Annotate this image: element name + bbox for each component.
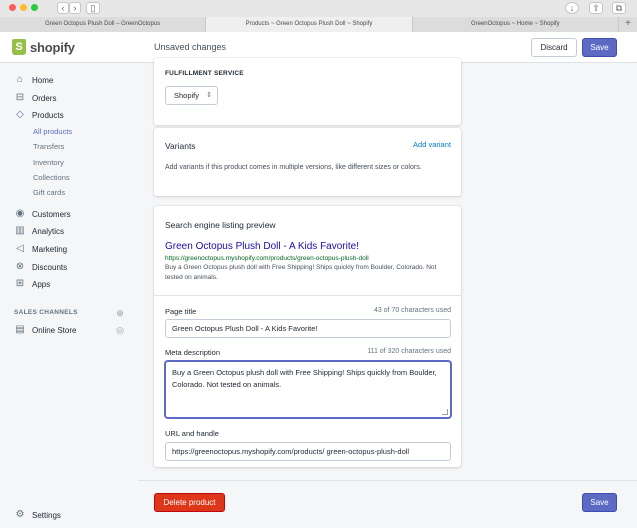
browser-chrome: ‹ › ▯ ↓ ⇧ ⧉ Green Octopus Plush Doll – G… [0, 0, 637, 32]
sidebar-item-home[interactable]: ⌂ Home [14, 74, 53, 86]
bar-chart-icon: ▥ [15, 225, 25, 236]
window-controls [9, 4, 38, 11]
tag-icon: ◇ [16, 109, 24, 120]
add-variant-link[interactable]: Add variant [413, 140, 451, 149]
sidebar-toggle-icon[interactable]: ▯ [86, 2, 100, 14]
sidebar-item-discounts[interactable]: ⊗ Discounts [14, 261, 67, 273]
discount-icon: ⊗ [15, 261, 25, 272]
shopping-bag-icon: S [12, 39, 26, 55]
url-handle-label: URL and handle [165, 429, 219, 438]
meta-description-label: Meta description [165, 348, 221, 357]
delete-product-button[interactable]: Delete product [154, 493, 225, 512]
download-icon[interactable]: ↓ [565, 2, 579, 14]
sidebar-item-transfers[interactable]: Transfers [33, 142, 64, 151]
home-icon: ⌂ [16, 74, 24, 85]
page-title-label: Page title [165, 307, 197, 316]
add-channel-icon[interactable]: ⊕ [115, 308, 125, 318]
select-caret-icon: ⇕ [206, 92, 212, 99]
share-icon[interactable]: ⇧ [589, 2, 603, 14]
variants-title: Variants [165, 141, 196, 151]
seo-card: Search engine listing preview Green Octo… [154, 206, 461, 467]
store-icon: ▤ [15, 324, 25, 335]
sidebar-item-all-products[interactable]: All products [33, 127, 72, 136]
unsaved-changes-label: Unsaved changes [154, 42, 227, 52]
sidebar-item-gift-cards[interactable]: Gift cards [33, 188, 65, 197]
sidebar-item-marketing[interactable]: ◁ Marketing [14, 243, 67, 255]
seo-divider [154, 295, 461, 296]
megaphone-icon: ◁ [16, 243, 24, 254]
minimize-window-button[interactable] [20, 4, 27, 11]
sidebar-item-collections[interactable]: Collections [33, 173, 70, 182]
meta-description-count: 111 of 320 characters used [367, 348, 451, 355]
shopify-logo[interactable]: S shopify [12, 39, 75, 55]
fulfillment-heading: FULFILLMENT SERVICE [165, 70, 244, 77]
sidebar-item-inventory[interactable]: Inventory [33, 158, 64, 167]
discard-button[interactable]: Discard [531, 38, 577, 57]
apps-icon: ⊞ [15, 278, 25, 289]
browser-tab-active[interactable]: Products ~ Green Octopus Plush Doll ~ Sh… [206, 17, 413, 32]
url-handle-input[interactable]: https://greenoctopus.myshopify.com/produ… [165, 442, 451, 461]
sidebar-item-customers[interactable]: ◉ Customers [14, 208, 71, 220]
variants-card: Variants Add variant Add variants if thi… [154, 128, 461, 196]
sidebar: ⌂ Home ⊟ Orders ◇ Products All products … [0, 63, 138, 528]
browser-tab[interactable]: Green Octopus Plush Doll – GreenOctopus [0, 17, 207, 32]
eye-icon[interactable]: ◎ [115, 325, 125, 335]
gear-icon: ⚙ [15, 509, 25, 520]
sidebar-item-products[interactable]: ◇ Products [14, 109, 63, 121]
tabs-overview-icon[interactable]: ⧉ [612, 2, 626, 14]
sidebar-item-analytics[interactable]: ▥ Analytics [14, 225, 64, 237]
close-window-button[interactable] [9, 4, 16, 11]
new-tab-button[interactable]: + [618, 17, 637, 32]
page-title-input[interactable]: Green Octopus Plush Doll - A Kids Favori… [165, 319, 451, 338]
fulfillment-card: FULFILLMENT SERVICE Shopify ⇕ [154, 58, 461, 125]
sidebar-item-apps[interactable]: ⊞ Apps [14, 278, 50, 290]
seo-preview-title: Green Octopus Plush Doll - A Kids Favori… [165, 241, 359, 252]
resize-handle-icon[interactable] [442, 409, 448, 415]
meta-description-textarea[interactable]: Buy a Green Octopus plush doll with Free… [165, 361, 451, 418]
browser-tab[interactable]: GreenOctopus ~ Home ~ Shopify [412, 17, 619, 32]
orders-icon: ⊟ [15, 92, 25, 103]
footer-save-button[interactable]: Save [582, 493, 617, 512]
sales-channels-heading: SALES CHANNELS [14, 309, 78, 316]
sidebar-item-online-store[interactable]: ▤ Online Store [14, 324, 76, 336]
fulfillment-select[interactable]: Shopify ⇕ [165, 86, 218, 105]
sidebar-item-settings[interactable]: ⚙ Settings [14, 509, 61, 521]
seo-preview-description: Buy a Green Octopus plush doll with Free… [165, 264, 437, 281]
person-icon: ◉ [15, 208, 25, 219]
page-title-count: 43 of 70 characters used [373, 307, 451, 314]
forward-icon[interactable]: › [69, 2, 81, 14]
save-button[interactable]: Save [582, 38, 617, 57]
tab-bar: Green Octopus Plush Doll – GreenOctopus … [0, 17, 637, 32]
variants-description: Add variants if this product comes in mu… [165, 164, 422, 171]
footer-divider [138, 480, 637, 481]
seo-title: Search engine listing preview [165, 220, 276, 230]
seo-preview-url: https://greenoctopus.myshopify.com/produ… [165, 255, 369, 262]
back-icon[interactable]: ‹ [57, 2, 69, 14]
sidebar-item-orders[interactable]: ⊟ Orders [14, 92, 57, 104]
zoom-window-button[interactable] [31, 4, 38, 11]
